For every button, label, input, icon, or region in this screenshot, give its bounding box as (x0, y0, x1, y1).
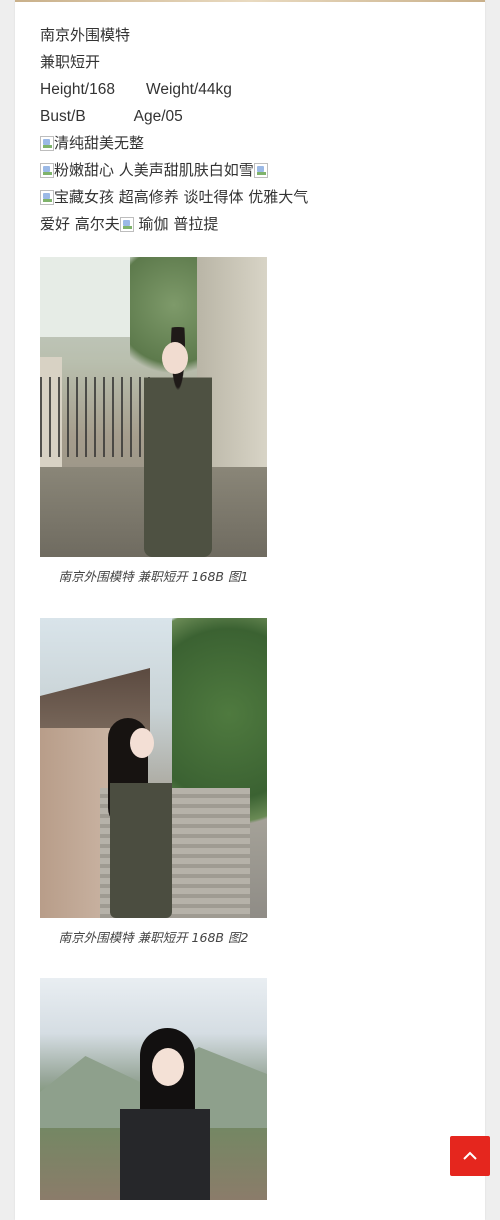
profile-tag-1: 清纯甜美无整 (40, 130, 440, 157)
scroll-to-top-button[interactable] (450, 1136, 490, 1176)
broken-image-icon (253, 163, 268, 178)
weight-text: Weight/44kg (145, 81, 232, 98)
profile-tag-3: 宝藏女孩 超高修养 谈吐得体 优雅大气 (40, 184, 440, 211)
profile-text: 南京外围模特 兼职短开 Height/168 Weight/44kg Bust/B… (40, 22, 440, 238)
tag-2-text: 粉嫩甜心 人美声甜肌肤白如雪 (54, 161, 254, 179)
gallery-figure-1: 南京外围模特 兼职短开 168B 图1 (40, 257, 440, 585)
chevron-up-icon (463, 1151, 477, 1160)
profile-tag-2: 粉嫩甜心 人美声甜肌肤白如雪 (40, 157, 440, 184)
card-top-border (15, 0, 485, 2)
height-text: Height/168 (40, 81, 115, 98)
profile-hobbies: 爱好 高尔夫 瑜伽 普拉提 (40, 211, 440, 238)
age-text: Age/05 (133, 108, 183, 125)
broken-image-icon (40, 136, 54, 151)
gallery-figure-2: 南京外围模特 兼职短开 168B 图2 (40, 618, 440, 946)
gallery-photo-3[interactable] (40, 978, 267, 1200)
gallery-figure-3 (40, 978, 440, 1200)
hobby-prefix-text: 爱好 高尔夫 (40, 215, 120, 233)
profile-line-title: 南京外围模特 (40, 26, 131, 44)
gallery-photo-1[interactable] (40, 257, 267, 557)
profile-line-subtitle: 兼职短开 (40, 53, 101, 71)
broken-image-icon (119, 217, 134, 232)
hobby-suffix-text: 瑜伽 普拉提 (133, 215, 219, 233)
tag-3-text: 宝藏女孩 超高修养 谈吐得体 优雅大气 (54, 188, 309, 206)
tag-1-text: 清纯甜美无整 (54, 134, 145, 152)
profile-line-bust-age: Bust/B Age/05 (40, 103, 440, 130)
broken-image-icon (40, 163, 54, 178)
broken-image-icon (40, 190, 54, 205)
gallery-photo-2[interactable] (40, 618, 267, 918)
gallery-caption-1: 南京外围模特 兼职短开 168B 图1 (58, 569, 249, 584)
bust-text: Bust/B (40, 108, 86, 125)
profile-line-measurements: Height/168 Weight/44kg (40, 76, 440, 103)
gallery-caption-2: 南京外围模特 兼职短开 168B 图2 (58, 930, 249, 945)
